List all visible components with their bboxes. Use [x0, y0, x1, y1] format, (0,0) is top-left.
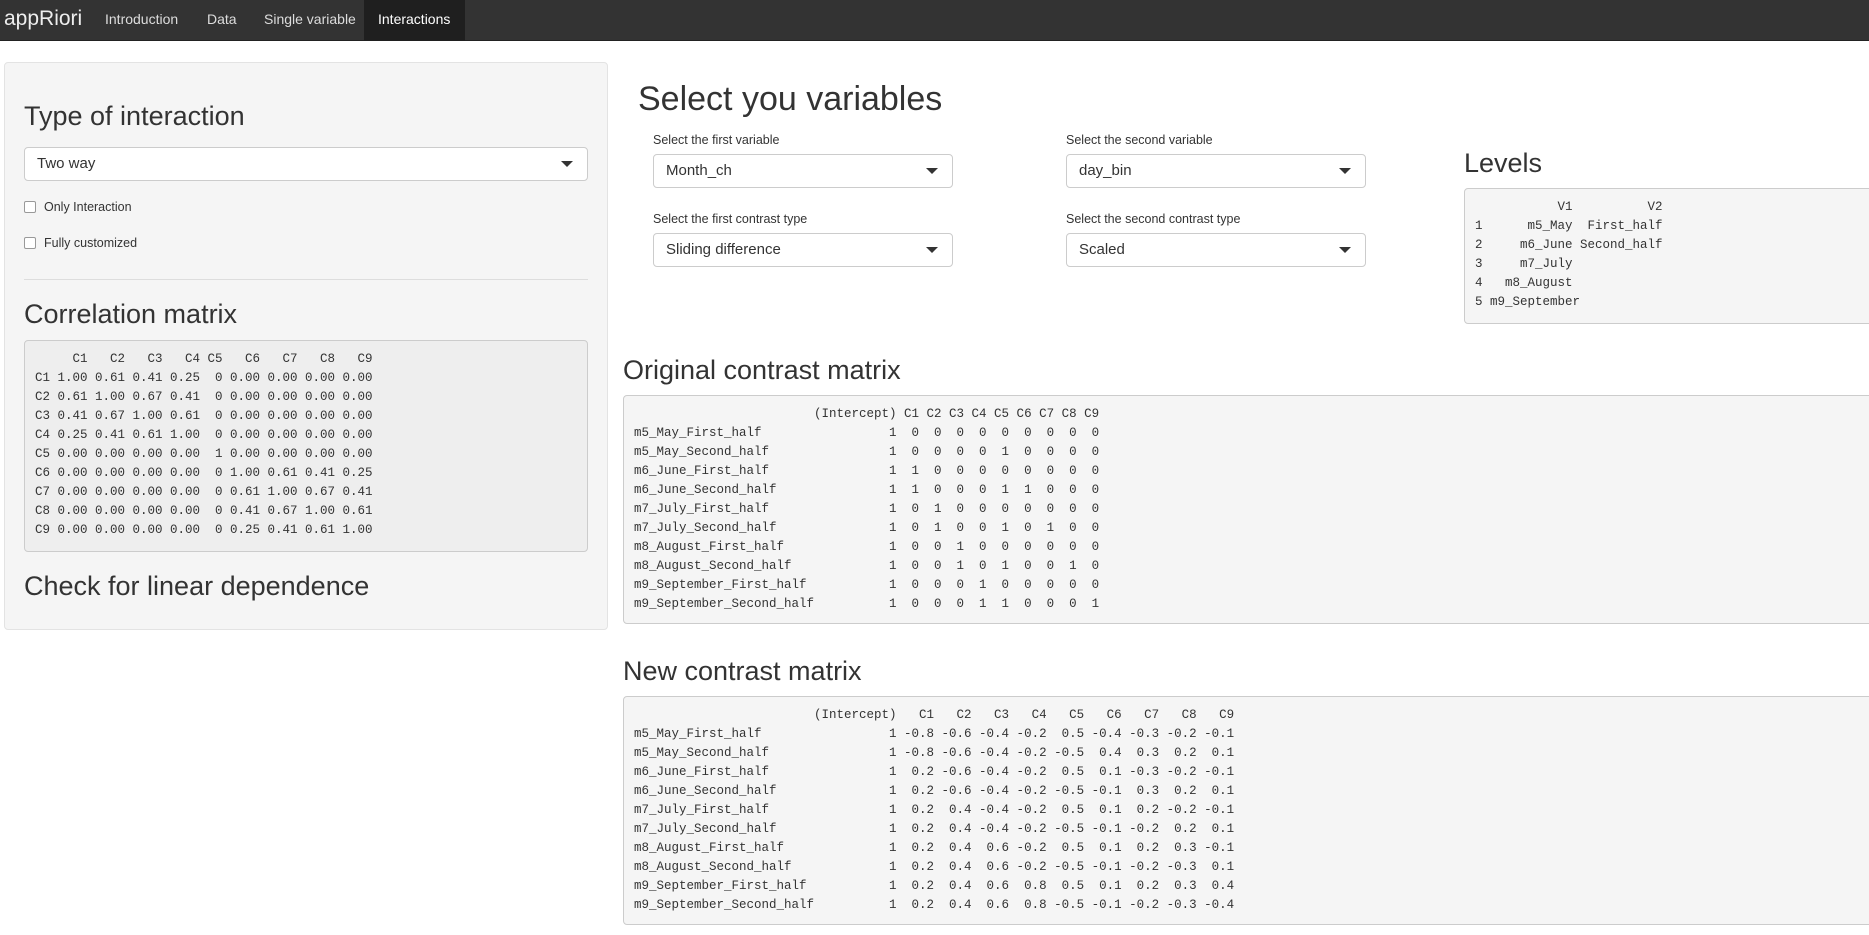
- linear-dependence-heading: Check for linear dependence: [24, 571, 370, 601]
- interaction-type-select[interactable]: Two way: [24, 147, 588, 181]
- fully-customized-checkbox-row[interactable]: Fully customized: [24, 236, 137, 250]
- type-of-interaction-heading: Type of interaction: [24, 101, 245, 131]
- tab-single-variable[interactable]: Single variable: [250, 0, 370, 41]
- only-interaction-checkbox-row[interactable]: Only Interaction: [24, 200, 132, 214]
- first-variable-value: Month_ch: [666, 162, 732, 179]
- tab-interactions[interactable]: Interactions: [364, 0, 465, 41]
- levels-output: V1 V2 1 m5_May First_half 2 m6_June Seco…: [1464, 188, 1869, 324]
- second-contrast-label: Select the second contrast type: [1066, 212, 1241, 226]
- app-brand[interactable]: appRiori: [4, 7, 82, 31]
- new-contrast-output: (Intercept) C1 C2 C3 C4 C5 C6 C7 C8 C9 m…: [623, 696, 1869, 925]
- chevron-down-icon: [1339, 168, 1351, 174]
- original-contrast-heading: Original contrast matrix: [623, 355, 901, 385]
- second-variable-label: Select the second variable: [1066, 133, 1213, 147]
- page-title: Select you variables: [638, 80, 943, 118]
- interaction-type-value: Two way: [37, 155, 96, 172]
- fully-customized-label: Fully customized: [44, 236, 138, 250]
- new-contrast-heading: New contrast matrix: [623, 656, 862, 686]
- first-contrast-value: Sliding difference: [666, 241, 781, 258]
- divider: [24, 279, 588, 280]
- first-contrast-label: Select the first contrast type: [653, 212, 808, 226]
- first-contrast-select[interactable]: Sliding difference: [653, 233, 953, 267]
- tab-introduction[interactable]: Introduction: [91, 0, 192, 41]
- chevron-down-icon: [926, 247, 938, 253]
- only-interaction-label: Only Interaction: [44, 200, 132, 214]
- only-interaction-checkbox[interactable]: [24, 201, 36, 213]
- correlation-matrix-output: C1 C2 C3 C4 C5 C6 C7 C8 C9 C1 1.00 0.61 …: [24, 340, 588, 552]
- chevron-down-icon: [1339, 247, 1351, 253]
- sidebar-panel: Type of interaction Two way Only Interac…: [4, 62, 608, 630]
- fully-customized-checkbox[interactable]: [24, 237, 36, 249]
- tab-data[interactable]: Data: [193, 0, 251, 41]
- chevron-down-icon: [926, 168, 938, 174]
- second-variable-value: day_bin: [1079, 162, 1132, 179]
- first-variable-label: Select the first variable: [653, 133, 780, 147]
- second-variable-select[interactable]: day_bin: [1066, 154, 1366, 188]
- chevron-down-icon: [561, 161, 573, 167]
- first-variable-select[interactable]: Month_ch: [653, 154, 953, 188]
- second-contrast-select[interactable]: Scaled: [1066, 233, 1366, 267]
- top-navbar: appRiori Introduction Data Single variab…: [0, 0, 1869, 41]
- second-contrast-value: Scaled: [1079, 241, 1125, 258]
- levels-heading: Levels: [1464, 148, 1543, 178]
- correlation-matrix-heading: Correlation matrix: [24, 299, 238, 329]
- original-contrast-output: (Intercept) C1 C2 C3 C4 C5 C6 C7 C8 C9 m…: [623, 395, 1869, 624]
